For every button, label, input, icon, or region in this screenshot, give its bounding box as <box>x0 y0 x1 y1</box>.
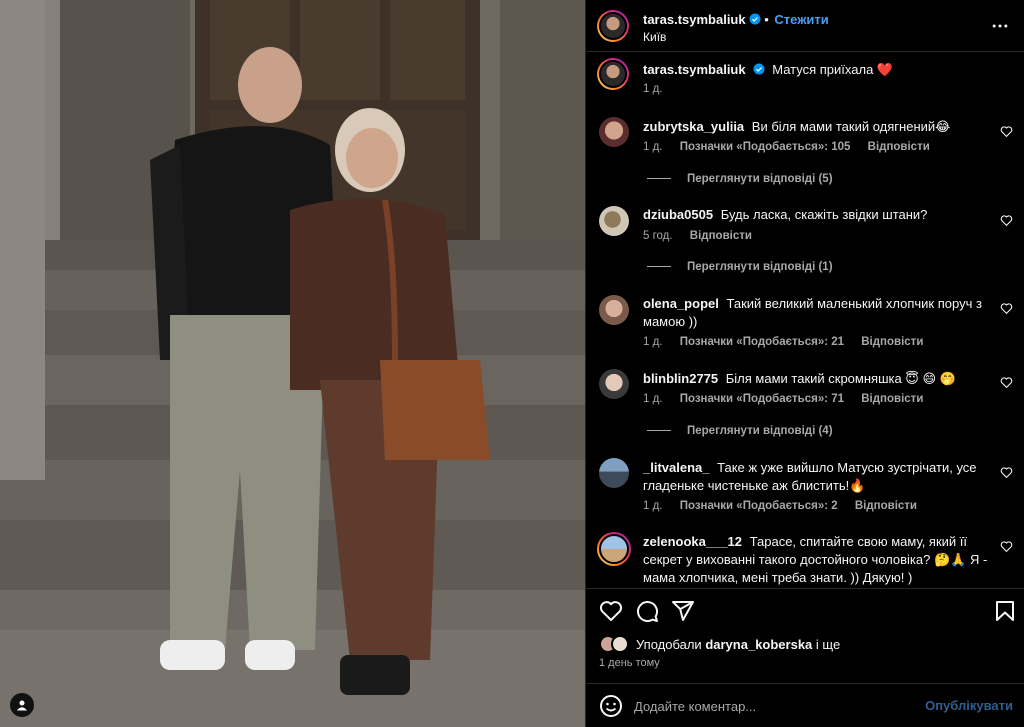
liked-by-username[interactable]: daryna_koberska <box>705 637 812 652</box>
replies-divider <box>647 430 671 432</box>
comment-time[interactable]: 1 д. <box>643 336 663 348</box>
comment-meta: 1 д. Позначки «Подобається»: 105 Відпові… <box>643 141 944 153</box>
view-replies-button[interactable]: Переглянути відповіді (5) <box>643 173 833 185</box>
verified-badge-icon <box>749 13 761 25</box>
commenter-avatar[interactable] <box>599 206 629 236</box>
caption-meta: 1 д. <box>643 83 677 95</box>
bookmark-icon[interactable] <box>993 599 1017 623</box>
comment-icon[interactable] <box>635 599 659 623</box>
view-replies-label: Переглянути відповіді (5) <box>687 173 833 185</box>
liked-by-line: Уподобали daryna_koberska і ще <box>636 637 840 652</box>
emoji-icon[interactable] <box>599 694 623 718</box>
comment-meta: 1 д. Позначки «Подобається»: 21 Відповіс… <box>643 336 937 348</box>
comment-heart-icon[interactable] <box>1000 376 1013 389</box>
comment-heart-icon[interactable] <box>1000 302 1013 315</box>
reply-button[interactable]: Відповісти <box>690 230 752 242</box>
commenter-username[interactable]: blinblin2775 <box>643 371 718 386</box>
reply-button[interactable]: Відповісти <box>861 336 923 348</box>
post-comment-button[interactable]: Опублікувати <box>925 698 1013 713</box>
post-photo-image <box>0 0 585 727</box>
comments-list[interactable]: taras.tsymbaliuk Матуся приїхала ❤️ 1 д.… <box>586 52 1024 588</box>
commenter-avatar[interactable] <box>599 117 629 147</box>
caption-text-line: taras.tsymbaliuk Матуся приїхала ❤️ <box>643 61 983 79</box>
comment-meta: 1 д. Позначки «Подобається»: 71 Відповіс… <box>643 393 937 405</box>
comment-text-line: olena_popel Такий великий маленький хлоп… <box>643 295 988 331</box>
verified-badge-icon <box>753 63 765 75</box>
caption-author-username[interactable]: taras.tsymbaliuk <box>643 62 746 77</box>
comment-text-line: zelenooka___12 Тарасе, спитайте свою мам… <box>643 533 988 587</box>
replies-divider <box>647 178 671 180</box>
comment-meta: 1 д. Позначки «Подобається»: 2 Відповіст… <box>643 500 931 512</box>
comment-heart-icon[interactable] <box>1000 125 1013 138</box>
view-replies-label: Переглянути відповіді (4) <box>687 425 833 437</box>
reply-button[interactable]: Відповісти <box>868 141 930 153</box>
liker-avatar <box>611 635 629 653</box>
commenter-username[interactable]: zelenooka___12 <box>643 534 742 549</box>
view-replies-button[interactable]: Переглянути відповіді (4) <box>643 425 833 437</box>
comment-text: Біля мами такий скромняшка 😇 😄 🤭 <box>725 371 956 386</box>
caption-author-avatar[interactable] <box>597 58 629 90</box>
post-location[interactable]: Київ <box>643 30 666 44</box>
post-date[interactable]: 1 день тому <box>599 657 660 669</box>
add-comment-bar: Опублікувати <box>586 683 1024 727</box>
comment-likes-count[interactable]: Позначки «Подобається»: 21 <box>680 336 844 348</box>
commenter-avatar[interactable] <box>599 458 629 488</box>
comment-input[interactable] <box>634 694 914 718</box>
liked-by-prefix: Уподобали <box>636 637 702 652</box>
comment-likes-count[interactable]: Позначки «Подобається»: 105 <box>680 141 851 153</box>
comment-likes-count[interactable]: Позначки «Подобається»: 2 <box>680 500 838 512</box>
reply-button[interactable]: Відповісти <box>861 393 923 405</box>
comment-time[interactable]: 5 год. <box>643 230 673 242</box>
commenter-avatar[interactable] <box>597 532 631 566</box>
view-replies-label: Переглянути відповіді (1) <box>687 261 833 273</box>
follow-button[interactable]: Стежити <box>774 12 828 27</box>
share-icon[interactable] <box>671 599 695 623</box>
comment-likes-count[interactable]: Позначки «Подобається»: 71 <box>680 393 844 405</box>
heart-icon[interactable] <box>599 599 623 623</box>
post-actions: Уподобали daryna_koberska і ще 1 день то… <box>586 588 1024 678</box>
replies-divider <box>647 266 671 268</box>
commenter-username[interactable]: dziuba0505 <box>643 207 713 222</box>
commenter-username[interactable]: olena_popel <box>643 296 719 311</box>
view-replies-button[interactable]: Переглянути відповіді (1) <box>643 261 833 273</box>
comment-text: Ви біля мами такий одягнений😂 <box>751 119 951 134</box>
liked-by-suffix[interactable]: і ще <box>816 637 840 652</box>
comment-text-line: _litvalena_ Таке ж уже вийшло Матусю зус… <box>643 459 988 495</box>
user-tag-button[interactable] <box>10 693 34 717</box>
comment-heart-icon[interactable] <box>1000 540 1013 553</box>
comment-time[interactable]: 1 д. <box>643 500 663 512</box>
more-options-icon[interactable] <box>989 16 1011 36</box>
post-photo[interactable] <box>0 0 585 727</box>
caption-time[interactable]: 1 д. <box>643 83 663 95</box>
author-avatar[interactable] <box>597 10 629 42</box>
commenter-avatar[interactable] <box>599 369 629 399</box>
post-header: taras.tsymbaliuk • Стежити Київ <box>586 0 1024 52</box>
comment-text-line: zubrytska_yuliia Ви біля мами такий одяг… <box>643 118 983 136</box>
separator-dot: • <box>764 12 773 27</box>
caption-text: Матуся приїхала ❤️ <box>772 62 894 77</box>
comment-heart-icon[interactable] <box>1000 214 1013 227</box>
post-side-panel: taras.tsymbaliuk • Стежити Київ taras.ts… <box>585 0 1024 727</box>
commenter-username[interactable]: _litvalena_ <box>643 460 710 475</box>
author-name-line: taras.tsymbaliuk • Стежити <box>643 12 829 27</box>
comment-time[interactable]: 1 д. <box>643 141 663 153</box>
author-username[interactable]: taras.tsymbaliuk <box>643 12 746 27</box>
commenter-avatar[interactable] <box>599 295 629 325</box>
comment-heart-icon[interactable] <box>1000 466 1013 479</box>
reply-button[interactable]: Відповісти <box>855 500 917 512</box>
commenter-username[interactable]: zubrytska_yuliia <box>643 119 744 134</box>
user-tag-icon <box>17 700 27 711</box>
comment-time[interactable]: 1 д. <box>643 393 663 405</box>
liked-by-avatars[interactable] <box>599 635 633 655</box>
comment-text: Будь ласка, скажіть звідки штани? <box>720 207 928 222</box>
comment-text-line: blinblin2775 Біля мами такий скромняшка … <box>643 370 983 388</box>
comment-text-line: dziuba0505 Будь ласка, скажіть звідки шт… <box>643 206 983 224</box>
comment-meta: 5 год. Відповісти <box>643 230 766 242</box>
